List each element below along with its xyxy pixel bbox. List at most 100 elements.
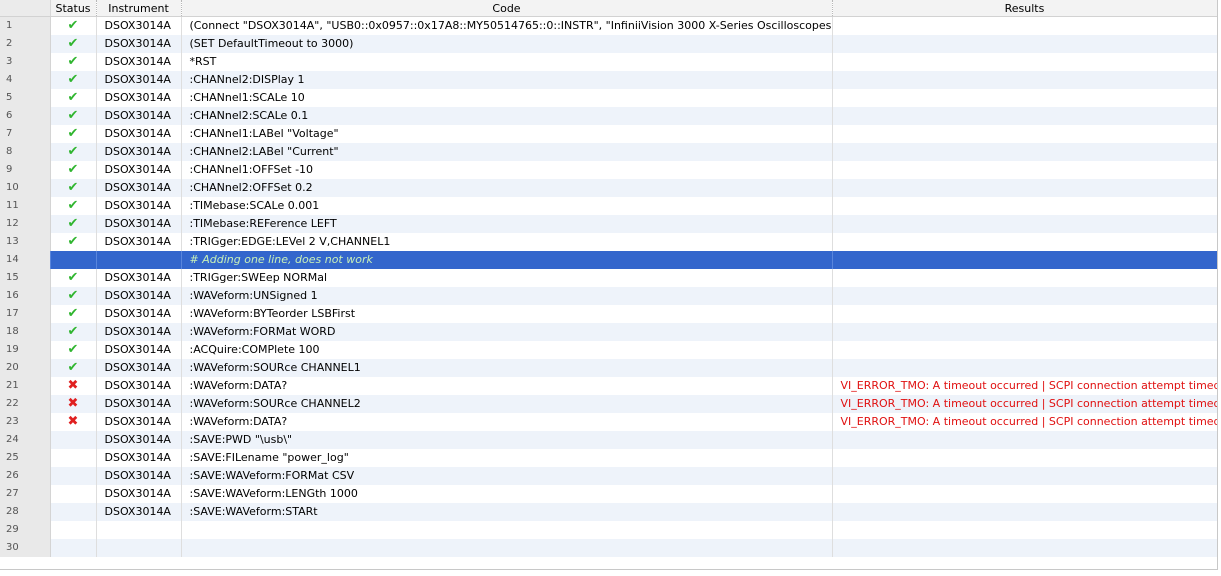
instrument-cell[interactable] (96, 538, 182, 557)
column-header-status[interactable]: Status (50, 0, 97, 17)
row-number[interactable]: 10 (0, 178, 51, 197)
table-row[interactable]: 1 ✔ DSOX3014A (Connect "DSOX3014A", "USB0::… (0, 16, 1217, 35)
instrument-cell[interactable] (96, 520, 182, 539)
code-cell[interactable]: :SAVE:PWD "\usb\" (181, 430, 833, 449)
instrument-cell[interactable]: DSOX3014A (96, 196, 182, 215)
instrument-cell[interactable]: DSOX3014A (96, 124, 182, 143)
instrument-cell[interactable]: DSOX3014A (96, 106, 182, 125)
table-row[interactable]: 11 ✔ DSOX3014A:TIMebase:SCALe 0.001 (0, 196, 1217, 215)
instrument-cell[interactable]: DSOX3014A (96, 304, 182, 323)
table-row[interactable]: 6 ✔ DSOX3014A:CHANnel2:SCALe 0.1 (0, 106, 1217, 125)
table-row[interactable]: 10 ✔ DSOX3014A:CHANnel2:OFFSet 0.2 (0, 178, 1217, 197)
instrument-cell[interactable]: DSOX3014A (96, 448, 182, 467)
table-row[interactable]: 12 ✔ DSOX3014A:TIMebase:REFerence LEFT (0, 214, 1217, 233)
code-cell[interactable]: :CHANnel2:OFFSet 0.2 (181, 178, 833, 197)
table-row[interactable]: 22 ✖ DSOX3014A:WAVeform:SOURce CHANNEL2 VI_… (0, 394, 1217, 413)
code-cell[interactable]: :WAVeform:UNSigned 1 (181, 286, 833, 305)
code-cell[interactable]: :TIMebase:REFerence LEFT (181, 214, 833, 233)
code-cell[interactable]: :SAVE:WAVeform:STARt (181, 502, 833, 521)
row-number[interactable]: 8 (0, 142, 51, 161)
row-number[interactable]: 18 (0, 322, 51, 341)
instrument-cell[interactable]: DSOX3014A (96, 88, 182, 107)
instrument-cell[interactable]: DSOX3014A (96, 394, 182, 413)
table-row[interactable]: 8 ✔ DSOX3014A:CHANnel2:LABel "Current" (0, 142, 1217, 161)
column-header-results[interactable]: Results (832, 0, 1217, 17)
code-cell[interactable] (181, 538, 833, 557)
row-number[interactable]: 29 (0, 520, 51, 539)
code-cell[interactable]: :CHANnel2:LABel "Current" (181, 142, 833, 161)
row-number[interactable]: 7 (0, 124, 51, 143)
table-row[interactable]: 25 DSOX3014A:SAVE:FILename "power_log" (0, 448, 1217, 467)
code-cell[interactable] (181, 520, 833, 539)
row-number[interactable]: 27 (0, 484, 51, 503)
column-header-code[interactable]: Code (181, 0, 833, 17)
row-number[interactable]: 4 (0, 70, 51, 89)
instrument-cell[interactable]: DSOX3014A (96, 358, 182, 377)
code-cell[interactable]: *RST (181, 52, 833, 71)
row-number[interactable]: 2 (0, 34, 51, 53)
code-cell[interactable]: :WAVeform:SOURce CHANNEL1 (181, 358, 833, 377)
code-cell[interactable]: :CHANnel2:DISPlay 1 (181, 70, 833, 89)
code-cell[interactable]: :WAVeform:DATA? (181, 376, 833, 395)
table-row[interactable]: 3 ✔ DSOX3014A *RST (0, 52, 1217, 71)
table-row[interactable]: 23 ✖ DSOX3014A:WAVeform:DATA? VI_ERROR_TMO:… (0, 412, 1217, 431)
code-cell[interactable]: :SAVE:FILename "power_log" (181, 448, 833, 467)
column-header-instrument[interactable]: Instrument (96, 0, 182, 17)
instrument-cell[interactable]: DSOX3014A (96, 34, 182, 53)
table-row[interactable]: 17 ✔ DSOX3014A:WAVeform:BYTeorder LSBFirst (0, 304, 1217, 323)
row-number[interactable]: 3 (0, 52, 51, 71)
instrument-cell[interactable]: DSOX3014A (96, 232, 182, 251)
row-number[interactable]: 25 (0, 448, 51, 467)
code-cell[interactable]: :CHANnel2:SCALe 0.1 (181, 106, 833, 125)
code-cell[interactable]: :WAVeform:DATA? (181, 412, 833, 431)
code-cell[interactable]: :TIMebase:SCALe 0.001 (181, 196, 833, 215)
table-row[interactable]: 21 ✖ DSOX3014A:WAVeform:DATA? VI_ERROR_TMO:… (0, 376, 1217, 395)
instrument-cell[interactable]: DSOX3014A (96, 214, 182, 233)
row-number[interactable]: 19 (0, 340, 51, 359)
row-number[interactable]: 20 (0, 358, 51, 377)
instrument-cell[interactable]: DSOX3014A (96, 430, 182, 449)
row-number[interactable]: 12 (0, 214, 51, 233)
instrument-cell[interactable]: DSOX3014A (96, 268, 182, 287)
instrument-cell[interactable] (96, 250, 182, 269)
row-number[interactable]: 14 (0, 250, 51, 269)
table-row[interactable]: 24 DSOX3014A:SAVE:PWD "\usb\" (0, 430, 1217, 449)
row-number[interactable]: 5 (0, 88, 51, 107)
code-cell[interactable]: :CHANnel1:OFFSet -10 (181, 160, 833, 179)
code-cell[interactable]: :ACQuire:COMPlete 100 (181, 340, 833, 359)
instrument-cell[interactable]: DSOX3014A (96, 142, 182, 161)
table-row[interactable]: 26 DSOX3014A:SAVE:WAVeform:FORMat CSV (0, 466, 1217, 485)
table-row[interactable]: 19 ✔ DSOX3014A:ACQuire:COMPlete 100 (0, 340, 1217, 359)
table-row[interactable]: 30 (0, 538, 1217, 557)
row-number[interactable]: 11 (0, 196, 51, 215)
instrument-cell[interactable]: DSOX3014A (96, 70, 182, 89)
instrument-cell[interactable]: DSOX3014A (96, 16, 182, 35)
instrument-cell[interactable]: DSOX3014A (96, 340, 182, 359)
row-number[interactable]: 22 (0, 394, 51, 413)
table-row[interactable]: 9 ✔ DSOX3014A:CHANnel1:OFFSet -10 (0, 160, 1217, 179)
table-row[interactable]: 16 ✔ DSOX3014A:WAVeform:UNSigned 1 (0, 286, 1217, 305)
instrument-cell[interactable]: DSOX3014A (96, 412, 182, 431)
code-cell[interactable]: # Adding one line, does not work (181, 250, 833, 269)
header-corner[interactable] (0, 0, 51, 17)
code-cell[interactable]: (Connect "DSOX3014A", "USB0::0x0957::0x1… (181, 16, 833, 35)
row-number[interactable]: 9 (0, 160, 51, 179)
table-row[interactable]: 14 # Adding one line, does not work (0, 250, 1217, 269)
row-number[interactable]: 24 (0, 430, 51, 449)
instrument-cell[interactable]: DSOX3014A (96, 178, 182, 197)
code-cell[interactable]: :WAVeform:BYTeorder LSBFirst (181, 304, 833, 323)
table-row[interactable]: 13 ✔ DSOX3014A:TRIGger:EDGE:LEVel 2 V,CHAN… (0, 232, 1217, 251)
command-grid[interactable]: Status Instrument Code Results 1 ✔ DSOX301… (0, 0, 1218, 570)
instrument-cell[interactable]: DSOX3014A (96, 502, 182, 521)
instrument-cell[interactable]: DSOX3014A (96, 160, 182, 179)
code-cell[interactable]: :WAVeform:FORMat WORD (181, 322, 833, 341)
row-number[interactable]: 21 (0, 376, 51, 395)
row-number[interactable]: 17 (0, 304, 51, 323)
table-row[interactable]: 5 ✔ DSOX3014A:CHANnel1:SCALe 10 (0, 88, 1217, 107)
code-cell[interactable]: (SET DefaultTimeout to 3000) (181, 34, 833, 53)
row-number[interactable]: 28 (0, 502, 51, 521)
table-row[interactable]: 18 ✔ DSOX3014A:WAVeform:FORMat WORD (0, 322, 1217, 341)
code-cell[interactable]: :CHANnel1:LABel "Voltage" (181, 124, 833, 143)
code-cell[interactable]: :WAVeform:SOURce CHANNEL2 (181, 394, 833, 413)
code-cell[interactable]: :SAVE:WAVeform:LENGth 1000 (181, 484, 833, 503)
